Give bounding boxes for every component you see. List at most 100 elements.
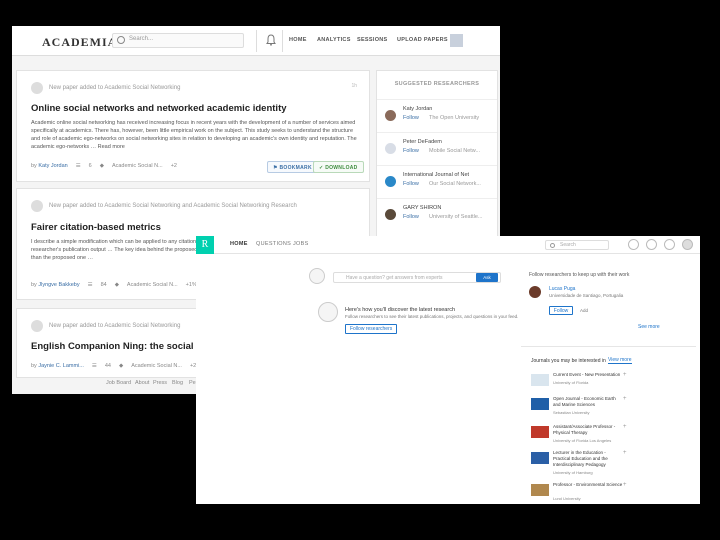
card-meta-text: New paper added to Academic Social Netwo… bbox=[49, 203, 297, 209]
card-meta: New paper added to Academic Social Netwo… bbox=[31, 82, 180, 94]
researcher-affiliation: Universidade de Santiago, Portugalia bbox=[549, 293, 624, 298]
nav-home[interactable]: HOME bbox=[289, 37, 307, 43]
avatar bbox=[31, 200, 43, 212]
avatar[interactable] bbox=[529, 286, 541, 298]
academia-logo[interactable]: ACADEMIA bbox=[42, 35, 117, 50]
save-icon[interactable]: + bbox=[623, 424, 627, 430]
bell-icon[interactable] bbox=[266, 34, 276, 46]
job-title[interactable]: Assistant/Associate Professor - Physical… bbox=[553, 424, 623, 436]
job-university: University of Florida Los Angeles bbox=[553, 438, 612, 443]
divider bbox=[256, 30, 257, 52]
save-icon[interactable]: + bbox=[623, 396, 627, 402]
job-title[interactable]: Open Journal - Economic Earth and Marine… bbox=[553, 396, 623, 408]
footer-link-blog[interactable]: Blog bbox=[172, 380, 183, 386]
job-university: Sebastian University bbox=[553, 410, 590, 415]
follow-button[interactable]: Follow bbox=[403, 181, 419, 187]
tab-questions[interactable]: QUESTIONS bbox=[256, 241, 291, 247]
author-link[interactable]: Katy Jordan bbox=[38, 163, 67, 169]
job-title[interactable]: Lecturer in the Education - Practical Ed… bbox=[553, 450, 623, 468]
avatar bbox=[309, 268, 325, 284]
footer-link-about[interactable]: About bbox=[135, 380, 149, 386]
avatar[interactable] bbox=[385, 176, 396, 187]
researcher-item: Katy Jordan Follow The Open University bbox=[377, 99, 497, 131]
researchgate-logo[interactable]: R bbox=[196, 236, 214, 254]
follow-button[interactable]: Follow bbox=[403, 115, 419, 121]
journals-header: Journals you may be interested in bbox=[531, 358, 606, 364]
see-more-link[interactable]: See more bbox=[638, 324, 660, 330]
save-icon[interactable]: + bbox=[623, 372, 627, 378]
divider bbox=[282, 30, 283, 52]
academia-search-input[interactable]: Search... bbox=[112, 33, 244, 48]
researcher-name[interactable]: Katy Jordan bbox=[403, 106, 432, 112]
journal-logo bbox=[531, 398, 549, 410]
author-link[interactable]: Jlyngve Bakkeby bbox=[38, 282, 79, 288]
follow-button[interactable]: Follow bbox=[549, 306, 573, 315]
panel-header: SUGGESTED RESEARCHERS bbox=[394, 81, 480, 87]
view-count: 6 bbox=[88, 163, 92, 169]
rg-top-bar: R HOME QUESTIONS JOBS Search bbox=[196, 236, 700, 254]
journal-logo bbox=[531, 452, 549, 464]
journal-logo bbox=[531, 374, 549, 386]
nav-sessions[interactable]: SESSIONS bbox=[357, 37, 388, 43]
researcher-name[interactable]: GARY SHIRON bbox=[403, 205, 441, 211]
tag-icon: ◆ bbox=[99, 163, 104, 169]
paper-tag[interactable]: Academic Social N... bbox=[112, 163, 163, 169]
avatar bbox=[318, 302, 338, 322]
comment-icon[interactable]: ☰ bbox=[92, 363, 97, 369]
add-button[interactable]: Add bbox=[580, 308, 588, 313]
journal-logo bbox=[531, 484, 549, 496]
notifications-icon[interactable] bbox=[646, 239, 657, 250]
save-icon[interactable]: + bbox=[623, 450, 627, 456]
view-more-link[interactable]: View more bbox=[608, 357, 632, 364]
paper-tag[interactable]: Academic Social N... bbox=[127, 282, 178, 288]
card-meta: New paper added to Academic Social Netwo… bbox=[31, 320, 180, 332]
researcher-name[interactable]: Lucas Puga bbox=[549, 286, 575, 292]
comment-icon[interactable]: ☰ bbox=[76, 163, 81, 169]
search-placeholder: Search... bbox=[129, 36, 154, 42]
rg-search-input[interactable]: Search bbox=[545, 240, 609, 250]
tag-icon: ◆ bbox=[118, 363, 124, 369]
requests-icon[interactable] bbox=[664, 239, 675, 250]
researcher-name[interactable]: Peter DeFadem bbox=[403, 139, 442, 145]
card-footer: by Jaynie C. Lammi... ☰ 44 ◆ Academic So… bbox=[31, 363, 197, 369]
bookmark-button[interactable]: ⚑ BOOKMARK bbox=[267, 161, 318, 173]
save-icon[interactable]: + bbox=[623, 482, 627, 488]
ask-button[interactable]: Ask bbox=[476, 273, 498, 282]
avatar[interactable] bbox=[385, 209, 396, 220]
comment-icon[interactable]: ☰ bbox=[88, 282, 93, 288]
researchgate-screenshot: R HOME QUESTIONS JOBS Search Have a ques… bbox=[196, 236, 700, 504]
avatar[interactable] bbox=[385, 143, 396, 154]
follow-button[interactable]: Follow bbox=[403, 148, 419, 154]
job-university: University of Hamburg bbox=[553, 470, 593, 475]
user-avatar[interactable] bbox=[450, 34, 463, 47]
card-footer: by Katy Jordan ☰ 6 ◆ Academic Social N..… bbox=[31, 163, 177, 169]
profile-avatar[interactable] bbox=[682, 239, 693, 250]
avatar bbox=[31, 320, 43, 332]
paper-title[interactable]: Online social networks and networked aca… bbox=[31, 103, 287, 114]
search-placeholder: Search bbox=[560, 242, 576, 248]
messages-icon[interactable] bbox=[628, 239, 639, 250]
download-button[interactable]: ✓ DOWNLOAD bbox=[313, 161, 364, 173]
paper-title[interactable]: Fairer citation-based metrics bbox=[31, 222, 161, 233]
tab-jobs[interactable]: JOBS bbox=[293, 241, 309, 247]
feed-card: New paper added to Academic Social Netwo… bbox=[16, 70, 370, 182]
view-count: 84 bbox=[100, 282, 107, 288]
nav-upload-papers[interactable]: UPLOAD PAPERS bbox=[397, 37, 448, 43]
card-meta-text: New paper added to Academic Social Netwo… bbox=[49, 323, 181, 329]
researcher-name[interactable]: International Journal of Net bbox=[403, 172, 469, 178]
paper-tag[interactable]: Academic Social N... bbox=[131, 363, 182, 369]
paper-abstract: Academic online social networking has re… bbox=[31, 120, 357, 150]
job-title[interactable]: Professor - Environmental Science bbox=[553, 482, 623, 488]
researcher-affiliation: The Open University bbox=[429, 115, 480, 121]
footer-link-job-board[interactable]: Job Board bbox=[106, 380, 131, 386]
card-footer: by Jlyngve Bakkeby ☰ 84 ◆ Academic Socia… bbox=[31, 282, 197, 288]
author-link[interactable]: Jaynie C. Lammi... bbox=[38, 363, 84, 369]
nav-analytics[interactable]: ANALYTICS bbox=[317, 37, 351, 43]
tag-count: +2 bbox=[170, 163, 177, 169]
follow-button[interactable]: Follow bbox=[403, 214, 419, 220]
follow-researchers-button[interactable]: Follow researchers bbox=[345, 324, 398, 334]
tab-home[interactable]: HOME bbox=[230, 241, 248, 247]
avatar[interactable] bbox=[385, 110, 396, 121]
footer-link-press[interactable]: Press bbox=[153, 380, 167, 386]
job-title[interactable]: Current Event - New Presentation bbox=[553, 372, 623, 378]
